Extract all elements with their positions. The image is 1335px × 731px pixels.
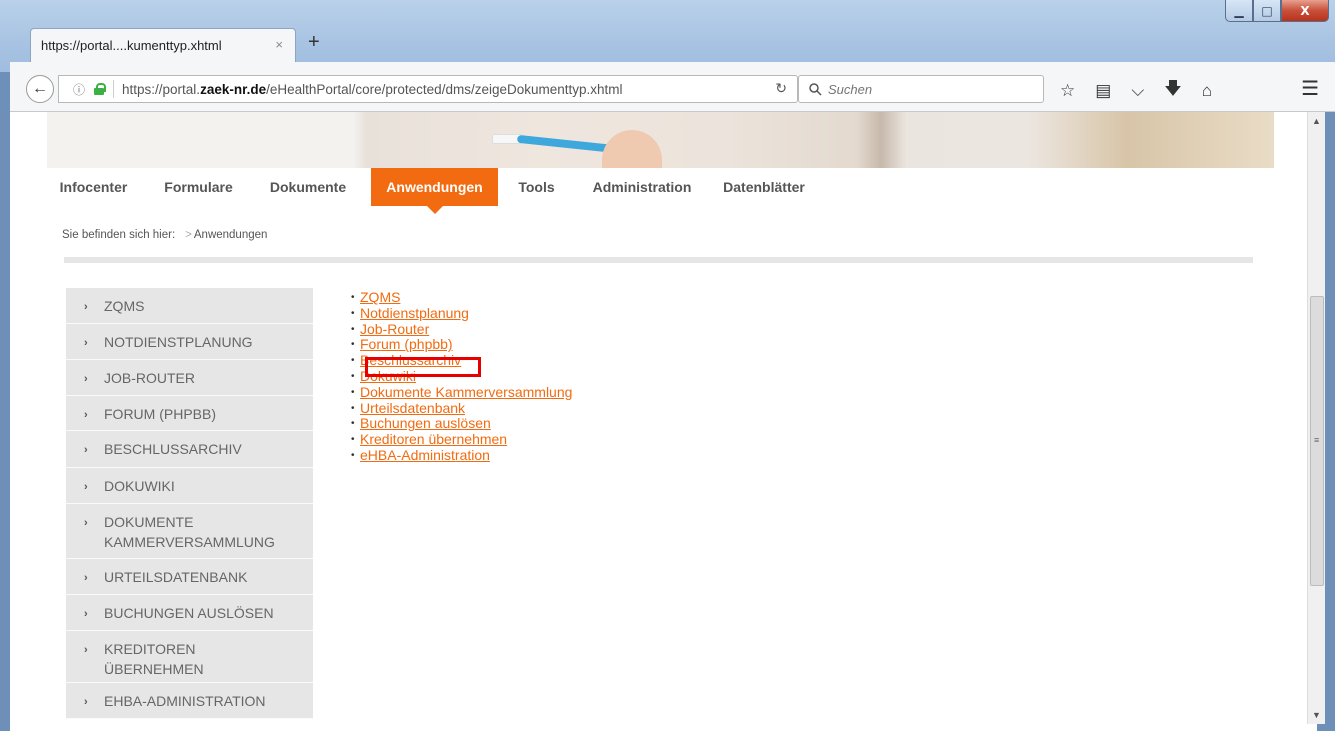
sidebar-item-buchungen-ausloesen[interactable]: › BUCHUNGEN AUSLÖSEN <box>66 595 313 631</box>
chevron-right-icon: › <box>84 337 88 349</box>
site-info-icon[interactable]: ⓘ <box>73 81 85 98</box>
tab-title: https://portal....kumenttyp.xhtml <box>41 38 222 53</box>
url-separator <box>113 80 115 98</box>
chevron-right-icon: › <box>84 517 88 529</box>
lock-icon <box>93 83 107 95</box>
chevron-right-icon: › <box>84 608 88 620</box>
home-icon[interactable]: ⌂ <box>1202 81 1212 101</box>
chevron-right-icon: › <box>84 409 88 421</box>
sidebar-item-dokumente-kammerversammlung[interactable]: › DOKUMENTE KAMMERVERSAMMLUNG <box>66 504 313 559</box>
scrollbar-thumb[interactable]: ≡ <box>1310 296 1324 586</box>
new-tab-button[interactable]: + <box>308 31 320 54</box>
bookmark-star-icon[interactable]: ☆ <box>1060 81 1075 101</box>
nav-datenblaetter[interactable]: Datenblätter <box>709 168 819 206</box>
reading-list-icon[interactable]: ▤ <box>1095 81 1111 101</box>
sidebar-menu: › ZQMS › NOTDIENSTPLANUNG › JOB-ROUTER › FOR… <box>66 288 313 719</box>
list-item: • eHBA-Administration <box>351 446 490 464</box>
link-forum-phpbb[interactable]: Forum (phpbb) <box>360 337 453 353</box>
grip-icon: ≡ <box>1314 435 1320 445</box>
browser-tab[interactable]: https://portal....kumenttyp.xhtml × <box>30 28 296 62</box>
link-dokumente-kammerversammlung[interactable]: Dokumente Kammerversammlung <box>360 384 572 401</box>
download-icon[interactable]: 🡇 <box>1164 76 1181 105</box>
search-input[interactable] <box>828 81 1028 97</box>
sidebar-item-ehba-administration[interactable]: › EHBA-ADMINISTRATION <box>66 683 313 719</box>
sidebar-item-job-router[interactable]: › JOB-ROUTER <box>66 360 313 396</box>
menu-icon[interactable]: ☰ <box>1301 76 1319 101</box>
close-window-button[interactable]: X <box>1281 0 1329 22</box>
window-controls: ▁ □ X <box>1225 0 1329 22</box>
hand-image <box>602 130 662 168</box>
list-item: • Urteilsdatenbank <box>351 399 466 417</box>
link-kreditoren-uebernehmen[interactable]: Kreditoren übernehmen <box>360 431 507 448</box>
breadcrumb-label: Sie befinden sich hier: <box>62 229 176 241</box>
header-banner-image <box>47 112 1274 168</box>
sidebar-item-zqms[interactable]: › ZQMS <box>66 288 313 324</box>
scroll-down-arrow-icon[interactable]: ▼ <box>1312 710 1321 720</box>
highlight-box <box>365 357 481 377</box>
link-urteilsdatenbank[interactable]: Urteilsdatenbank <box>360 400 465 417</box>
chevron-right-icon: › <box>84 644 88 656</box>
sidebar-item-notdienstplanung[interactable]: › NOTDIENSTPLANUNG <box>66 324 313 360</box>
nav-dokumente[interactable]: Dokumente <box>257 168 359 206</box>
breadcrumb-separator: > <box>185 229 192 241</box>
list-item: • Notdienstplanung <box>351 304 469 322</box>
sidebar-item-beschlussarchiv[interactable]: › BESCHLUSSARCHIV <box>66 431 313 468</box>
toothbrush-handle <box>516 134 618 154</box>
minimize-button[interactable]: ▁ <box>1225 0 1253 22</box>
nav-anwendungen[interactable]: Anwendungen <box>371 168 498 214</box>
sidebar-item-dokuwiki[interactable]: › DOKUWIKI <box>66 468 313 504</box>
url-text: https://portal.zaek-nr.de/eHealthPortal/… <box>122 81 623 97</box>
breadcrumb-current[interactable]: Anwendungen <box>194 229 268 241</box>
search-icon <box>809 82 822 96</box>
chevron-right-icon: › <box>84 373 88 385</box>
nav-tools[interactable]: Tools <box>498 168 575 206</box>
sidebar-item-kreditoren-uebernehmen[interactable]: › KREDITOREN ÜBERNEHMEN <box>66 631 313 683</box>
url-bar[interactable]: ⓘ https://portal.zaek-nr.de/eHealthPorta… <box>58 75 798 103</box>
link-notdienstplanung[interactable]: Notdienstplanung <box>360 305 469 322</box>
page-content: Infocenter Formulare Dokumente Anwendung… <box>47 112 1274 731</box>
browser-toolbar: ← ⓘ https://portal.zaek-nr.de/eHealthPor… <box>10 62 1335 112</box>
tab-close-icon[interactable]: × <box>275 37 283 52</box>
main-navigation: Infocenter Formulare Dokumente Anwendung… <box>47 168 1274 214</box>
scroll-up-arrow-icon[interactable]: ▲ <box>1312 116 1321 126</box>
back-arrow-icon: ← <box>32 80 48 97</box>
search-bar[interactable] <box>798 75 1044 103</box>
toolbar-icons: ☆ ▤ ⌵ 🡇 ⌂ <box>1060 76 1212 105</box>
list-item: • Buchungen auslösen <box>351 415 491 432</box>
chevron-right-icon: › <box>84 301 88 313</box>
chevron-right-icon: › <box>84 481 88 493</box>
reload-icon[interactable]: ↻ <box>775 80 787 97</box>
list-item: • Job-Router <box>351 320 430 338</box>
link-ehba-administration[interactable]: eHBA-Administration <box>360 447 490 464</box>
sidebar-item-urteilsdatenbank[interactable]: › URTEILSDATENBANK <box>66 559 313 595</box>
link-job-router[interactable]: Job-Router <box>360 321 429 338</box>
sidebar-item-forum[interactable]: › FORUM (PHPBB) <box>66 396 313 431</box>
list-item: • Dokumente Kammerversammlung <box>351 383 573 401</box>
nav-administration[interactable]: Administration <box>575 168 709 206</box>
list-item: • ZQMS <box>351 289 401 306</box>
chevron-right-icon: › <box>84 696 88 708</box>
page-viewport: Infocenter Formulare Dokumente Anwendung… <box>10 112 1317 731</box>
link-buchungen-ausloesen[interactable]: Buchungen auslösen <box>360 416 491 432</box>
nav-formulare[interactable]: Formulare <box>140 168 257 206</box>
list-item: • Forum (phpbb) <box>351 336 453 353</box>
maximize-button[interactable]: □ <box>1253 0 1281 22</box>
chevron-right-icon: › <box>84 444 88 456</box>
vertical-scrollbar[interactable]: ▲ ≡ ▼ <box>1307 112 1325 724</box>
nav-infocenter[interactable]: Infocenter <box>47 168 140 206</box>
back-button[interactable]: ← <box>26 75 54 103</box>
link-zqms[interactable]: ZQMS <box>360 289 400 306</box>
breadcrumb: Sie befinden sich hier: > Anwendungen <box>62 229 267 241</box>
content-divider <box>64 257 1253 263</box>
list-item: • Kreditoren übernehmen <box>351 431 508 448</box>
pocket-icon[interactable]: ⌵ <box>1131 81 1144 101</box>
chevron-right-icon: › <box>84 572 88 584</box>
